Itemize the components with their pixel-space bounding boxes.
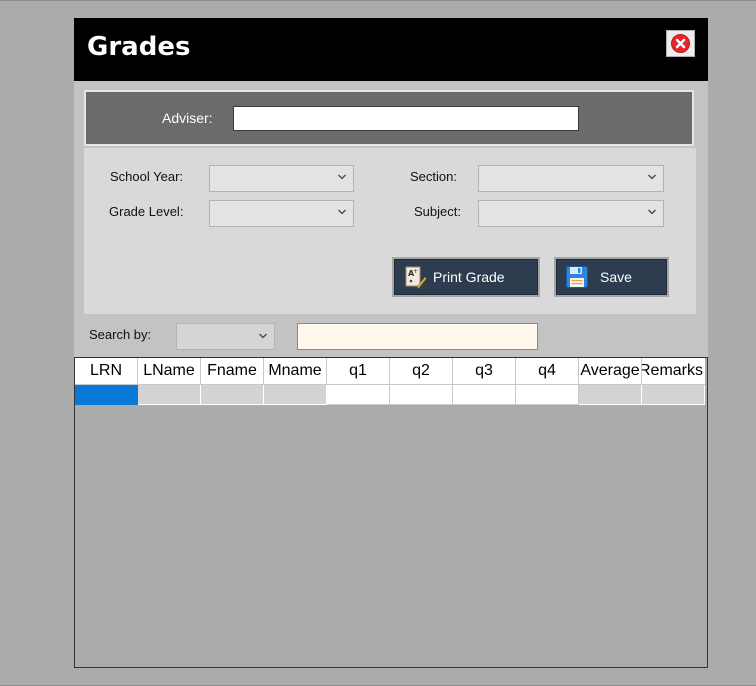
section-select[interactable] (478, 165, 664, 192)
cell-q4[interactable] (516, 385, 579, 405)
search-input[interactable] (297, 323, 538, 350)
save-label: Save (600, 269, 632, 285)
save-button[interactable]: Save (554, 257, 669, 297)
school-year-select[interactable] (209, 165, 354, 192)
close-icon (671, 34, 690, 53)
column-header-q2[interactable]: q2 (390, 358, 453, 385)
subject-label: Subject: (414, 204, 461, 219)
remarks-header-text: Remarks (642, 362, 704, 379)
cell-fname[interactable] (201, 385, 264, 405)
print-grade-label: Print Grade (433, 269, 505, 285)
chevron-down-icon (338, 174, 346, 180)
school-year-label: School Year: (110, 169, 184, 184)
column-header-q1[interactable]: q1 (327, 358, 390, 385)
floppy-disk-icon (566, 266, 588, 288)
grade-sheet-icon: A + (405, 266, 427, 289)
grades-dialog: Grades Adviser: School Year: Grade Level… (74, 18, 708, 668)
cell-lrn[interactable] (75, 385, 138, 405)
print-grade-button[interactable]: A + Print Grade (392, 257, 540, 297)
column-header-fname[interactable]: Fname (201, 358, 264, 385)
table-header: LRN LName Fname Mname q1 q2 q3 q4 Averag… (75, 358, 705, 385)
subject-select[interactable] (478, 200, 664, 227)
adviser-label: Adviser: (162, 110, 213, 126)
column-header-mname[interactable]: Mname (264, 358, 327, 385)
search-by-select[interactable] (176, 323, 275, 350)
title-bar: Grades (74, 18, 708, 81)
svg-text:+: + (413, 268, 418, 275)
cell-q2[interactable] (390, 385, 453, 405)
search-by-label: Search by: (89, 327, 152, 342)
cell-remarks[interactable] (642, 385, 705, 405)
dialog-title: Grades (87, 32, 191, 62)
column-header-lname[interactable]: LName (138, 358, 201, 385)
table-row[interactable] (75, 385, 705, 405)
cell-q1[interactable] (327, 385, 390, 405)
chevron-down-icon (648, 209, 656, 215)
filter-panel: School Year: Grade Level: Section: Subje… (84, 148, 696, 314)
column-header-average[interactable]: Average (579, 358, 642, 385)
grades-table: LRN LName Fname Mname q1 q2 q3 q4 Averag… (74, 357, 708, 668)
grade-level-label: Grade Level: (109, 204, 184, 219)
column-header-remarks[interactable]: Remarks (642, 358, 705, 385)
adviser-panel: Adviser: (84, 90, 694, 146)
chevron-down-icon (338, 209, 346, 215)
cell-mname[interactable] (264, 385, 327, 405)
cell-lname[interactable] (138, 385, 201, 405)
cell-average[interactable] (579, 385, 642, 405)
column-header-lrn[interactable]: LRN (75, 358, 138, 385)
chevron-down-icon (648, 174, 656, 180)
section-label: Section: (410, 169, 457, 184)
close-button[interactable] (666, 30, 695, 57)
grade-level-select[interactable] (209, 200, 354, 227)
window-top-border (0, 0, 756, 1)
column-header-q3[interactable]: q3 (453, 358, 516, 385)
chevron-down-icon (259, 333, 267, 339)
adviser-input[interactable] (233, 106, 579, 131)
cell-q3[interactable] (453, 385, 516, 405)
column-header-q4[interactable]: q4 (516, 358, 579, 385)
